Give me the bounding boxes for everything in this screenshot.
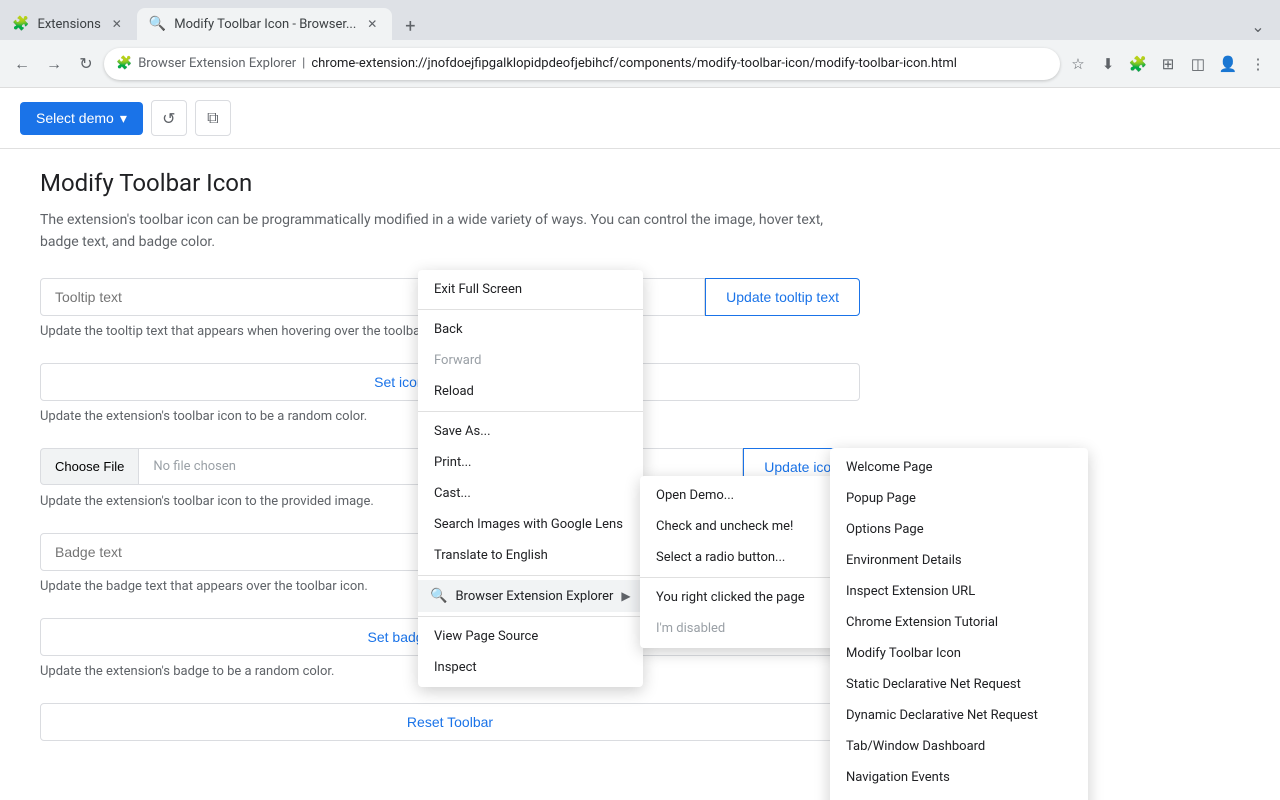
download-button[interactable]: ⬇ <box>1094 50 1122 78</box>
tab-modify-toolbar-close[interactable]: ✕ <box>364 16 380 32</box>
ctx-inspect[interactable]: Inspect <box>418 652 643 683</box>
ctx-separator-4 <box>418 616 643 617</box>
page-description: The extension's toolbar icon can be prog… <box>40 209 860 254</box>
back-button[interactable]: ← <box>8 50 36 78</box>
ctx-save-as[interactable]: Save As... <box>418 416 643 447</box>
ctx-print-label: Print... <box>434 455 471 470</box>
select-demo-button[interactable]: Select demo ▾ <box>20 102 143 135</box>
demo-toolbar: Select demo ▾ ↺ ⧉ <box>0 88 1280 149</box>
address-site: Browser Extension Explorer <box>138 56 296 71</box>
tab-modify-toolbar-label: Modify Toolbar Icon - Browser... <box>174 17 356 32</box>
sub-disabled-label: I'm disabled <box>656 621 725 636</box>
sub-open-demo-label: Open Demo... <box>656 488 734 503</box>
tab-search-button[interactable]: ⊞ <box>1154 50 1182 78</box>
ctx-save-as-label: Save As... <box>434 424 491 439</box>
ctx-view-source-label: View Page Source <box>434 629 538 644</box>
ctx-back[interactable]: Back <box>418 314 643 345</box>
ctx-search-icon: 🔍 <box>430 588 447 604</box>
submenu-demo-list: Welcome Page Popup Page Options Page Env… <box>830 448 1088 800</box>
extensions-button[interactable]: 🧩 <box>1124 50 1152 78</box>
submenu-open-demo: Open Demo... ▶ Check and uncheck me! Sel… <box>640 476 860 648</box>
demo-environment-details[interactable]: Environment Details <box>830 545 1088 576</box>
external-link-icon: ⧉ <box>207 108 218 128</box>
demo-popup-page[interactable]: Popup Page <box>830 483 1088 514</box>
sub-check-uncheck[interactable]: Check and uncheck me! <box>640 511 860 542</box>
ctx-back-label: Back <box>434 322 463 337</box>
split-screen-button[interactable]: ◫ <box>1184 50 1212 78</box>
ctx-browser-extension-explorer-label: Browser Extension Explorer <box>455 589 613 604</box>
ctx-search-lens-label: Search Images with Google Lens <box>434 517 623 532</box>
demo-modify-toolbar-icon[interactable]: Modify Toolbar Icon <box>830 638 1088 669</box>
modify-toolbar-tab-icon: 🔍 <box>149 16 166 32</box>
ctx-print[interactable]: Print... <box>418 447 643 478</box>
ctx-reload-label: Reload <box>434 384 474 399</box>
site-icon: 🧩 <box>116 56 132 71</box>
sub-select-radio-label: Select a radio button... <box>656 550 785 565</box>
ctx-separator-1 <box>418 309 643 310</box>
ctx-search-lens[interactable]: Search Images with Google Lens <box>418 509 643 540</box>
ctx-browser-extension-explorer-arrow: ▶ <box>621 589 630 603</box>
sub-right-clicked[interactable]: You right clicked the page <box>640 582 860 613</box>
ctx-reload[interactable]: Reload <box>418 376 643 407</box>
sub-right-clicked-label: You right clicked the page <box>656 590 805 605</box>
sub-disabled: I'm disabled <box>640 613 860 644</box>
ctx-view-source[interactable]: View Page Source <box>418 621 643 652</box>
tab-modify-toolbar[interactable]: 🔍 Modify Toolbar Icon - Browser... ✕ <box>137 8 393 40</box>
demo-welcome-page[interactable]: Welcome Page <box>830 452 1088 483</box>
tab-extensions[interactable]: 🧩 Extensions ✕ <box>0 8 137 40</box>
choose-file-button[interactable]: Choose File <box>40 448 139 485</box>
ctx-separator-3 <box>418 575 643 576</box>
ctx-forward: Forward <box>418 345 643 376</box>
address-bar: ← → ↻ 🧩 Browser Extension Explorer | chr… <box>0 40 1280 88</box>
new-tab-button[interactable]: + <box>396 12 424 40</box>
reset-toolbar-button[interactable]: Reset Toolbar <box>40 703 860 741</box>
extensions-tab-icon: 🧩 <box>12 16 29 32</box>
forward-button[interactable]: → <box>40 50 68 78</box>
ctx-translate-label: Translate to English <box>434 548 548 563</box>
context-menu: Exit Full Screen Back Forward Reload Sav… <box>418 270 643 687</box>
demo-static-declarative[interactable]: Static Declarative Net Request <box>830 669 1088 700</box>
select-demo-dropdown-icon: ▾ <box>120 110 127 127</box>
update-tooltip-button[interactable]: Update tooltip text <box>705 278 860 316</box>
ctx-translate[interactable]: Translate to English <box>418 540 643 571</box>
ctx-cast[interactable]: Cast... <box>418 478 643 509</box>
sub-select-radio[interactable]: Select a radio button... ▶ <box>640 542 860 573</box>
bookmark-button[interactable]: ☆ <box>1064 50 1092 78</box>
reload-button[interactable]: ↻ <box>72 50 100 78</box>
menu-button[interactable]: ⋮ <box>1244 50 1272 78</box>
select-demo-label: Select demo <box>36 110 114 126</box>
ctx-browser-extension-explorer[interactable]: 🔍 Browser Extension Explorer ▶ <box>418 580 643 612</box>
ctx-exit-fullscreen[interactable]: Exit Full Screen <box>418 274 643 305</box>
reset-button[interactable]: ↺ <box>151 100 187 136</box>
address-separator: | <box>302 56 305 71</box>
tab-list-button[interactable]: ⌄ <box>1244 12 1272 40</box>
reset-section: Reset Toolbar <box>40 703 860 741</box>
demo-tab-window-dashboard[interactable]: Tab/Window Dashboard <box>830 731 1088 762</box>
page-title: Modify Toolbar Icon <box>40 169 860 197</box>
demo-inspect-extension-url[interactable]: Inspect Extension URL <box>830 576 1088 607</box>
demo-options-page[interactable]: Options Page <box>830 514 1088 545</box>
demo-chrome-extension-tutorial[interactable]: Chrome Extension Tutorial <box>830 607 1088 638</box>
tab-extensions-label: Extensions <box>37 17 100 32</box>
ctx-forward-label: Forward <box>434 353 481 368</box>
sub-check-uncheck-label: Check and uncheck me! <box>656 519 793 534</box>
demo-navigation-events[interactable]: Navigation Events <box>830 762 1088 793</box>
profile-button[interactable]: 👤 <box>1214 50 1242 78</box>
demo-extension-messaging[interactable]: Extension Messaging <box>830 793 1088 800</box>
external-link-button[interactable]: ⧉ <box>195 100 231 136</box>
ctx-cast-label: Cast... <box>434 486 471 501</box>
reset-icon: ↺ <box>162 109 175 128</box>
ctx-exit-fullscreen-label: Exit Full Screen <box>434 282 522 297</box>
address-field[interactable]: 🧩 Browser Extension Explorer | chrome-ex… <box>104 48 1060 80</box>
ctx-inspect-label: Inspect <box>434 660 477 675</box>
address-url: chrome-extension://jnofdoejfipgalklopidp… <box>311 56 957 71</box>
sub-open-demo[interactable]: Open Demo... ▶ <box>640 480 860 511</box>
ctx-separator-2 <box>418 411 643 412</box>
tab-extensions-close[interactable]: ✕ <box>109 16 125 32</box>
sub-separator-1 <box>640 577 860 578</box>
demo-dynamic-declarative[interactable]: Dynamic Declarative Net Request <box>830 700 1088 731</box>
